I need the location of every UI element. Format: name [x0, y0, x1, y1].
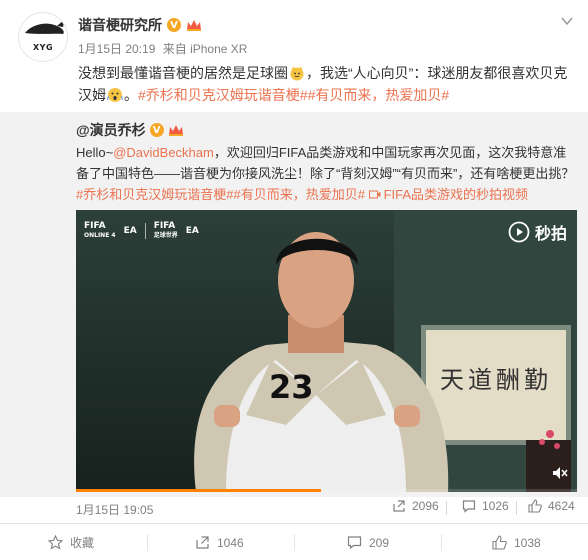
repost-comment-count[interactable]: 1026	[462, 499, 509, 513]
fifa-world-logo: FIFA 足球世界	[153, 221, 178, 240]
hashtag-link[interactable]: #有贝而来，热爱加贝#	[308, 87, 450, 103]
post-text-part1: 没想到最懂谐音梗的居然是足球圈	[78, 65, 288, 81]
action-divider	[294, 534, 295, 551]
action-divider	[147, 534, 148, 551]
video-link-label: FIFA品类游戏的秒拍视频	[383, 187, 529, 202]
member-crown-icon	[187, 20, 201, 31]
comment-icon	[462, 500, 476, 513]
ea-logo: EA	[185, 225, 199, 236]
avatar-label: XYG	[32, 43, 54, 52]
mention-link[interactable]: @DavidBeckham	[113, 145, 214, 160]
watermark-label: 秒拍	[534, 226, 567, 243]
repost-count: 2096	[412, 499, 439, 513]
favorite-label: 收藏	[70, 536, 95, 550]
member-crown-icon	[168, 125, 183, 136]
action-bar: 收藏 1046 209 1038	[0, 523, 588, 560]
video-player[interactable]: 23 天道酬勤 FIFA ONLINE 4 EA FIFA 足球世界 EA 秒拍	[76, 210, 577, 492]
chevron-down-icon[interactable]	[560, 14, 574, 28]
like-count: 4624	[548, 499, 575, 513]
mute-icon[interactable]	[551, 464, 569, 482]
thumbs-up-icon	[492, 535, 507, 550]
post-text: 没想到最懂谐音梗的居然是足球圈 ，我选“人心向贝”：球迷朋友都很喜欢贝克汉姆 。#乔…	[78, 62, 574, 106]
repost-card[interactable]: @演员乔杉 V Hello~@DavidBeckham，欢迎回归FIFA品类游戏…	[0, 112, 588, 517]
repost-hello: Hello~	[76, 145, 114, 160]
play-circle-icon	[508, 221, 530, 243]
action-divider	[441, 534, 442, 551]
author-name[interactable]: 谐音梗研究所	[78, 15, 162, 35]
avatar[interactable]: XYG	[18, 12, 68, 62]
star-icon	[48, 535, 63, 550]
post-date[interactable]: 1月15日 20:19	[78, 42, 155, 56]
whale-logo-icon	[25, 19, 65, 34]
thumbs-up-icon	[528, 499, 542, 513]
favorite-button[interactable]: 收藏	[48, 524, 94, 560]
ea-logo: EA	[123, 225, 137, 236]
hashtag-link[interactable]: #有贝而来，热爱加贝#	[233, 187, 364, 202]
repost-author-name[interactable]: @演员乔杉	[76, 120, 146, 140]
repost-icon	[393, 500, 405, 512]
comment-button[interactable]: 209	[347, 524, 389, 560]
repost-text: Hello~@DavidBeckham，欢迎回归FIFA品类游戏和中国玩家再次见…	[76, 142, 576, 205]
video-link[interactable]: FIFA品类游戏的秒拍视频	[368, 187, 529, 202]
video-progress-fill	[76, 489, 322, 492]
like-action-count: 1038	[514, 535, 541, 550]
repost-action-count: 1046	[217, 535, 244, 550]
comment-count: 1026	[482, 499, 509, 513]
fifa-online-logo: FIFA ONLINE 4	[84, 221, 116, 240]
post-source: 来自 iPhone XR	[162, 42, 248, 56]
brand-logos: FIFA ONLINE 4 EA FIFA 足球世界 EA	[84, 222, 199, 240]
author-row: 谐音梗研究所 V	[78, 14, 202, 36]
comment-action-count: 209	[369, 535, 390, 550]
repost-repost-count[interactable]: 2096	[392, 499, 439, 513]
like-button[interactable]: 1038	[492, 524, 541, 560]
scream-emoji-icon	[107, 88, 123, 102]
jersey-number: 23	[269, 368, 314, 406]
hashtag-link[interactable]: #乔杉和贝克汉姆玩谐音梗#	[76, 187, 233, 202]
repost-date[interactable]: 1月15日 19:05	[76, 501, 153, 518]
calligraphy-scroll: 天道酬勤	[440, 366, 552, 394]
hashtag-link[interactable]: #乔杉和贝克汉姆玩谐音梗#	[138, 87, 308, 103]
weibo-post: XYG 谐音梗研究所 V 1月15日 20:19 来自 iPhone XR 没想…	[0, 0, 588, 560]
miaopai-watermark: 秒拍	[508, 220, 567, 244]
video-progress-track[interactable]	[76, 489, 577, 492]
video-frame	[76, 210, 577, 492]
verified-badge-icon: V	[167, 18, 181, 32]
post-meta: 1月15日 20:19 来自 iPhone XR	[78, 40, 251, 57]
video-camera-icon	[368, 190, 381, 199]
cat-face-emoji-icon	[290, 66, 304, 81]
post-text-part3: 。	[124, 87, 138, 103]
logo-separator	[144, 223, 146, 239]
repost-footer: 1月15日 19:05 2096 1026 4624	[76, 499, 576, 519]
repost-icon	[196, 536, 209, 549]
repost-author-row: @演员乔杉 V	[76, 120, 184, 140]
repost-button[interactable]: 1046	[195, 524, 244, 560]
verified-badge-icon: V	[149, 123, 164, 137]
repost-like-count[interactable]: 4624	[528, 499, 575, 513]
comment-icon	[347, 536, 362, 550]
